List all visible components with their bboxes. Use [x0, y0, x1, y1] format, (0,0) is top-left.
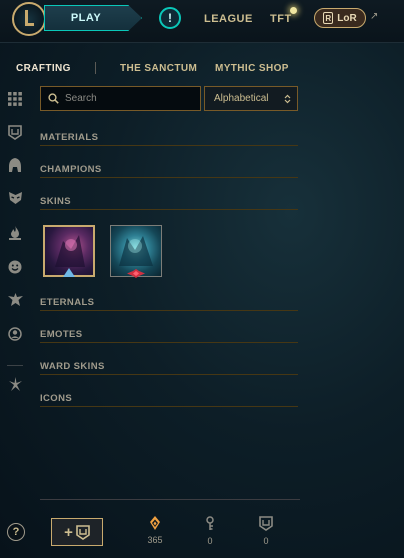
- nav-league[interactable]: LEAGUE: [204, 13, 253, 25]
- eternals-icon[interactable]: [7, 376, 23, 392]
- skin-shard-card[interactable]: [43, 225, 95, 277]
- tab-crafting[interactable]: CRAFTING: [16, 63, 71, 74]
- chevron-up-down-icon: [284, 94, 291, 104]
- tab-mythic-shop[interactable]: MYTHIC SHOP: [215, 63, 289, 74]
- alert-icon[interactable]: !: [159, 7, 181, 29]
- chest-value: 0: [263, 536, 269, 546]
- key-value: 0: [207, 536, 213, 546]
- grid-icon[interactable]: [7, 91, 23, 107]
- chest-counter: 0: [246, 516, 286, 546]
- summoner-icon[interactable]: [7, 326, 23, 342]
- footer-divider: [40, 499, 300, 500]
- section-materials[interactable]: MATERIALS: [40, 132, 298, 146]
- helmet-icon[interactable]: [7, 157, 23, 173]
- section-ward-skins[interactable]: WARD SKINS: [40, 361, 298, 375]
- search-box[interactable]: [40, 86, 201, 111]
- sidebar-divider: [7, 365, 23, 366]
- chest-icon: [259, 516, 273, 531]
- section-emotes[interactable]: EMOTES: [40, 329, 298, 343]
- add-ward-button[interactable]: +: [51, 518, 103, 546]
- ward-icon[interactable]: [7, 124, 23, 140]
- ward-icon: [76, 524, 90, 540]
- sort-dropdown[interactable]: Alphabetical: [204, 86, 298, 111]
- lor-button[interactable]: R LoR: [314, 8, 366, 28]
- search-icon: [48, 93, 59, 104]
- essence-value: 365: [147, 535, 163, 545]
- nav-tft[interactable]: TFT: [270, 13, 292, 25]
- tab-the-sanctum[interactable]: THE SANCTUM: [120, 63, 197, 74]
- crest-icon[interactable]: [7, 292, 23, 308]
- subnav-divider: [95, 62, 96, 74]
- plus-icon: +: [64, 523, 73, 541]
- external-link-icon[interactable]: ↗: [370, 11, 378, 22]
- search-input[interactable]: [65, 93, 195, 104]
- emote-face-icon[interactable]: [7, 259, 23, 275]
- section-icons[interactable]: ICONS: [40, 393, 298, 407]
- section-champions[interactable]: CHAMPIONS: [40, 164, 298, 178]
- rarity-gem-icon: [63, 264, 75, 282]
- sort-value: Alphabetical: [214, 93, 269, 104]
- help-button[interactable]: ?: [7, 523, 25, 541]
- mask-icon[interactable]: [7, 190, 23, 206]
- tft-notification-dot: [290, 7, 297, 14]
- top-nav-bar: PLAY ! LEAGUE TFT R LoR ↗: [0, 0, 404, 43]
- essence-icon: [148, 516, 162, 530]
- epic-rarity-gem-icon: [127, 265, 145, 283]
- lor-label: LoR: [337, 12, 357, 24]
- key-counter: 0: [190, 516, 230, 546]
- section-eternals[interactable]: ETERNALS: [40, 297, 298, 311]
- blue-essence-counter: 365: [135, 516, 175, 545]
- play-button[interactable]: PLAY: [44, 5, 142, 31]
- section-skins[interactable]: SKINS: [40, 196, 298, 210]
- league-logo-icon[interactable]: [12, 2, 46, 36]
- lor-logo-icon: R: [323, 12, 334, 24]
- skin-shard-card[interactable]: [110, 225, 162, 278]
- key-icon: [204, 516, 216, 531]
- flame-icon[interactable]: [7, 225, 23, 241]
